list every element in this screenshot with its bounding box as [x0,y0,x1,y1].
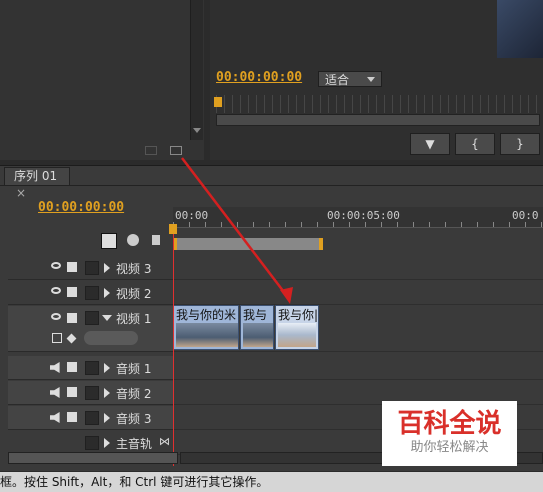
status-text: 框。按住 Shift，Alt，和 Ctrl 键可进行其它操作。 [0,475,269,489]
status-bar: 框。按住 Shift，Alt，和 Ctrl 键可进行其它操作。 [0,472,543,492]
watermark-subtitle: 助你轻松解决 [410,440,489,455]
watermark: 百科全说 助你轻松解决 [382,401,517,466]
watermark-title: 百科全说 [397,409,502,439]
